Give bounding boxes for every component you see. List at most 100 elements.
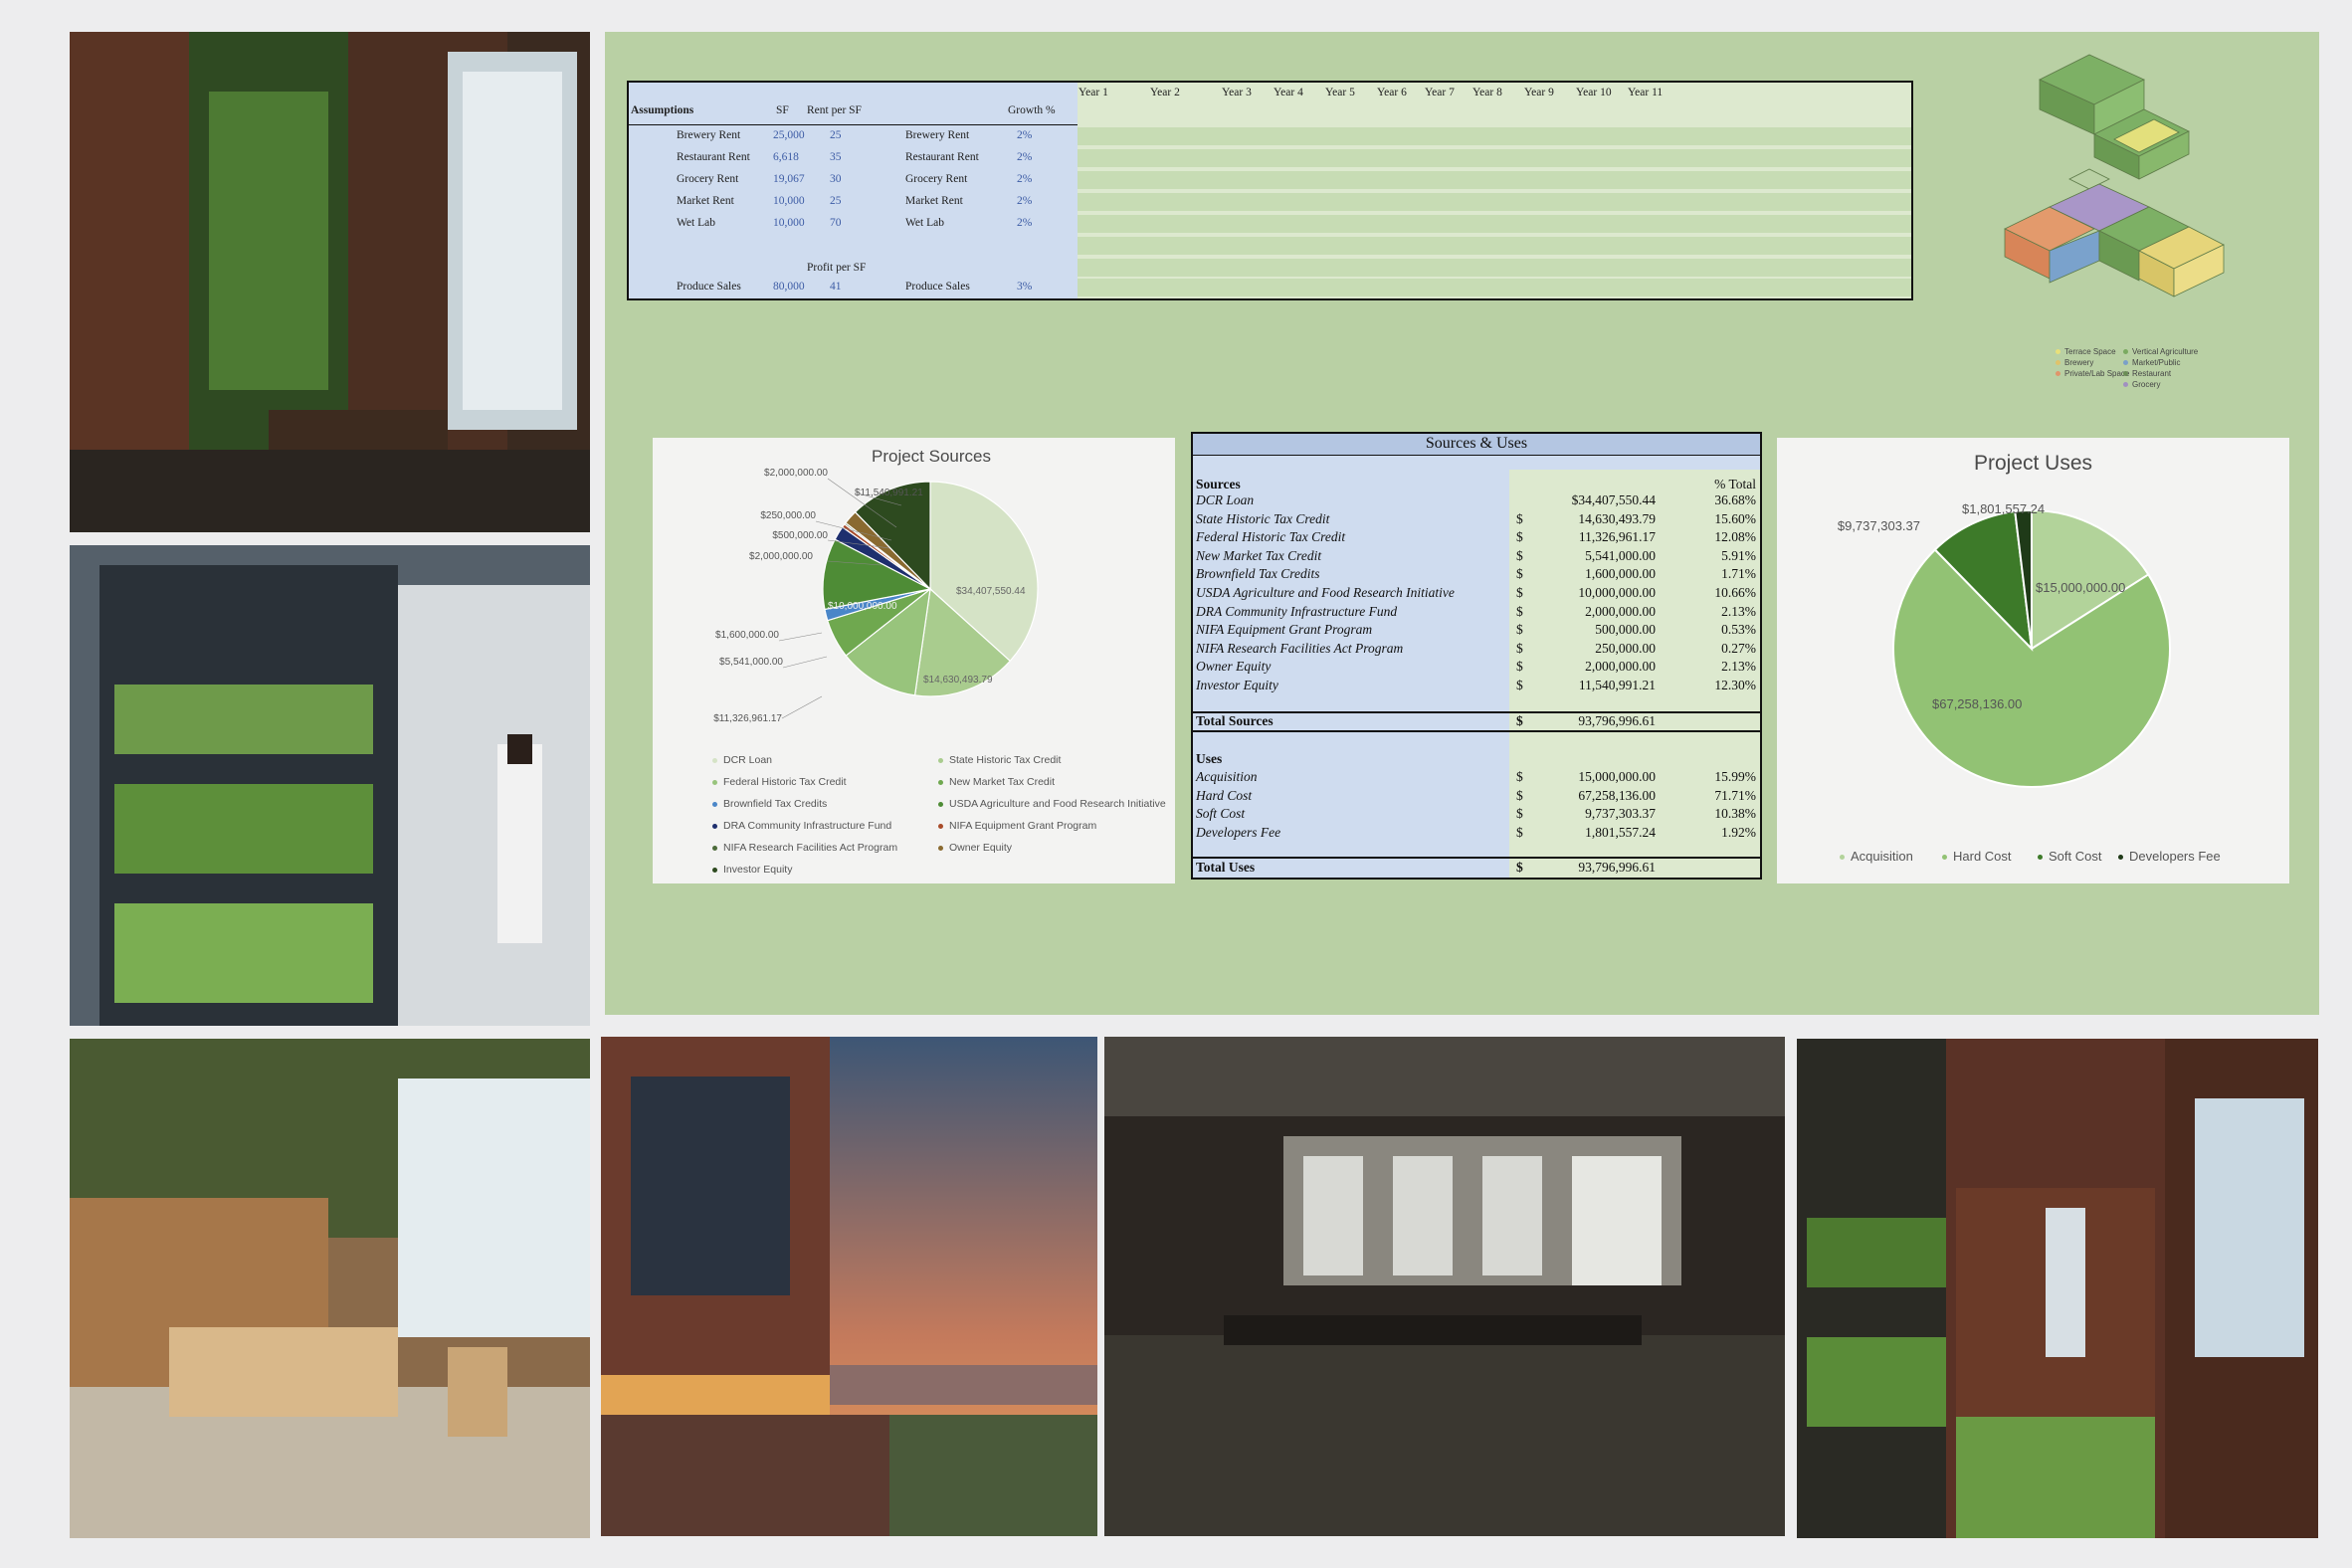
use-name: Hard Cost: [1196, 787, 1253, 803]
iso-legend-label: Vertical Agriculture: [2132, 347, 2199, 356]
source-amount: 14,630,493.79: [1578, 510, 1656, 526]
use-dollar: $: [1516, 787, 1523, 803]
pct-total-header: % Total: [1714, 477, 1756, 491]
sources-row: Federal Historic Tax Credit $11,326,961.1…: [1193, 529, 1760, 547]
sources-legend-label: DRA Community Infrastructure Fund: [723, 820, 892, 832]
uses-data-label: $67,258,136.00: [1932, 696, 2022, 711]
source-pct: 2.13%: [1721, 603, 1756, 619]
pf-row-growth: 2%: [1017, 151, 1033, 163]
sources-data-label: $250,000.00: [760, 510, 816, 521]
sources-row: State Historic Tax Credit $14,630,493.79 1…: [1193, 511, 1760, 529]
pf-row-name: Wet Lab: [677, 217, 715, 229]
sources-legend-label: Brownfield Tax Credits: [723, 798, 828, 810]
iso-legend-item: Vertical Agriculture: [2123, 347, 2198, 356]
pf-row-label: Wet Lab: [905, 217, 944, 229]
source-pct: 5.91%: [1721, 547, 1756, 563]
pf-row-name: Restaurant Rent: [677, 151, 750, 163]
sources-legend-item: Owner Equity: [938, 842, 1012, 854]
value-row-band: [1078, 237, 1911, 255]
iso-legend-label: Terrace Space: [2064, 347, 2116, 356]
sources-data-label: $5,541,000.00: [719, 657, 783, 668]
project-uses-card: Project Uses $15,000,000.00 $67,258,136.0…: [1777, 438, 2289, 883]
sources-legend-item: DRA Community Infrastructure Fund: [712, 820, 891, 832]
year-header: Year 8: [1472, 87, 1502, 98]
source-pct: 12.08%: [1714, 529, 1756, 545]
sources-legend-swatch: [938, 779, 943, 785]
year-header: Year 6: [1377, 87, 1407, 98]
source-name: Owner Equity: [1196, 659, 1272, 675]
rent-header: Rent per SF: [807, 104, 862, 116]
pf-row-rate: 35: [830, 151, 842, 163]
pro-forma-table: Year 1 Year 2 Year 3 Year 4 Year 5 Year 6 Year…: [627, 81, 1913, 300]
value-row-band: [1078, 171, 1911, 189]
use-name: Developers Fee: [1196, 824, 1281, 840]
source-amount: 2,000,000.00: [1585, 603, 1656, 619]
use-pct: 71.71%: [1714, 787, 1756, 803]
iso-legend-item: Brewery: [2056, 358, 2093, 367]
iso-legend-swatch: [2056, 360, 2060, 366]
uses-label: Uses: [1196, 751, 1223, 766]
uses-legend-label: Soft Cost: [2049, 849, 2102, 864]
photo-children-learning-space: [70, 1039, 590, 1538]
use-pct: 15.99%: [1714, 769, 1756, 784]
sources-uses-table: Sources & Uses Sources % Total DCR Loan $34…: [1191, 432, 1762, 880]
sources-row: New Market Tax Credit $5,541,000.00 5.91%: [1193, 548, 1760, 566]
sources-data-label: $1,600,000.00: [715, 630, 779, 641]
assumptions-header: Assumptions: [631, 104, 694, 116]
sources-row: NIFA Research Facilities Act Program $250…: [1193, 641, 1760, 659]
sources-legend-item: New Market Tax Credit: [938, 776, 1055, 788]
sources-leader-line: [778, 632, 823, 642]
sources-data-label: $11,540,991.21: [855, 488, 923, 498]
use-name: Soft Cost: [1196, 806, 1246, 822]
uses-legend-label: Developers Fee: [2129, 849, 2221, 864]
source-amount: 5,541,000.00: [1585, 547, 1656, 563]
source-pct: 12.30%: [1714, 678, 1756, 692]
photo-riverfront-sunset: [601, 1037, 1097, 1536]
total-sources-label: Total Sources: [1196, 713, 1274, 728]
pf-row-label: Grocery Rent: [905, 173, 968, 185]
sources-legend-item: DCR Loan: [712, 754, 772, 766]
source-dollar: $: [1516, 510, 1523, 526]
source-dollar: $: [1516, 603, 1523, 619]
uses-legend-item: Soft Cost: [2038, 849, 2101, 864]
source-dollar: $: [1516, 529, 1523, 545]
pf-row-growth: 2%: [1017, 217, 1033, 229]
year-header: Year 2: [1150, 87, 1180, 98]
sources-legend-swatch: [712, 845, 717, 851]
photo-abandoned-industrial-hall: [1104, 1037, 1785, 1536]
source-amount: 2,000,000.00: [1585, 659, 1656, 675]
pf-row-sf: 25,000: [773, 129, 805, 141]
year-header: Year 5: [1325, 87, 1355, 98]
iso-legend-swatch: [2123, 360, 2128, 366]
sources-legend-item: NIFA Research Facilities Act Program: [712, 842, 897, 854]
source-name: Investor Equity: [1196, 678, 1278, 692]
iso-legend-label: Private/Lab Space: [2064, 369, 2130, 378]
photo-wet-lab-growth-chamber: [70, 545, 590, 1026]
sources-legend-swatch: [938, 823, 943, 829]
pf-row-growth: 2%: [1017, 195, 1033, 207]
sources-legend-label: Investor Equity: [723, 864, 793, 876]
uses-row: Hard Cost $67,258,136.00 71.71%: [1193, 788, 1760, 806]
pf-row-label: Restaurant Rent: [905, 151, 979, 163]
pf-produce-growth: 3%: [1017, 281, 1033, 293]
use-amount: 15,000,000.00: [1578, 769, 1656, 784]
pf-row-name: Grocery Rent: [677, 173, 739, 185]
uses-legend-label: Hard Cost: [1953, 849, 2012, 864]
year-header: Year 9: [1524, 87, 1554, 98]
source-amount: 10,000,000.00: [1578, 585, 1656, 600]
source-name: New Market Tax Credit: [1196, 547, 1322, 563]
value-row-band: [1078, 259, 1911, 277]
sources-legend-item: State Historic Tax Credit: [938, 754, 1061, 766]
pf-produce-label: Produce Sales: [905, 281, 970, 293]
sources-legend-label: USDA Agriculture and Food Research Initi…: [949, 798, 1166, 810]
source-pct: 15.60%: [1714, 510, 1756, 526]
photo-brick-vertical-farm: [1797, 1039, 2318, 1538]
sources-legend-label: Owner Equity: [949, 842, 1013, 854]
source-dollar: $: [1516, 640, 1523, 656]
pf-row-rate: 30: [830, 173, 842, 185]
sources-legend-swatch: [938, 845, 943, 851]
sources-data-label: $34,407,550.44: [956, 586, 1026, 597]
sources-legend-label: DCR Loan: [723, 754, 773, 766]
year-header: Year 11: [1628, 87, 1664, 98]
sources-legend-label: State Historic Tax Credit: [949, 754, 1062, 766]
